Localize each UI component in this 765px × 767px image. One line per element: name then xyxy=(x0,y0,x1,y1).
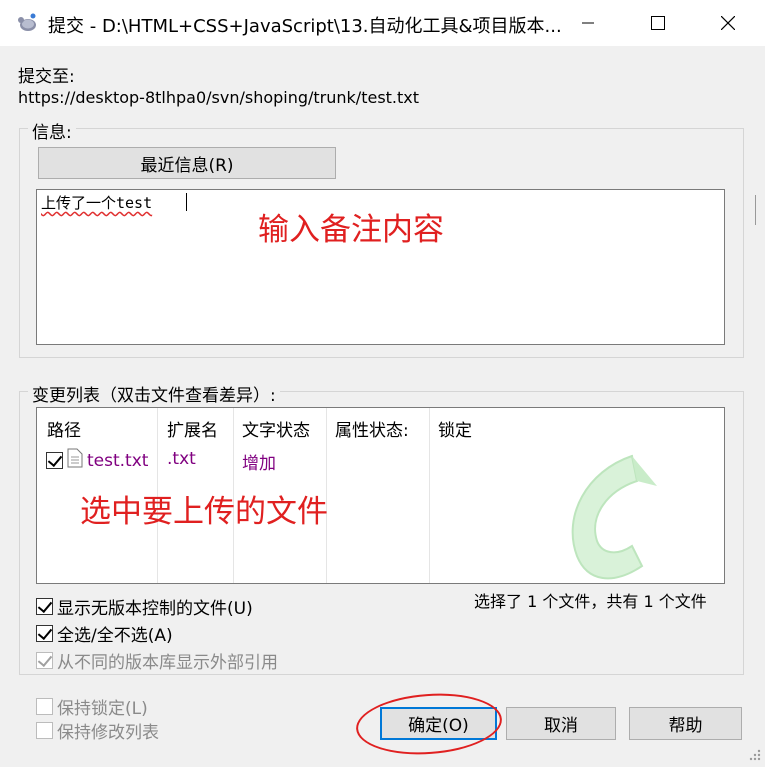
show-unversioned-option[interactable]: 显示无版本控制的文件(U) xyxy=(36,594,253,619)
title-bar: 提交 - D:\HTML+CSS+JavaScript\13.自动化工具&项目版… xyxy=(0,0,765,46)
file-path: test.txt xyxy=(87,450,149,471)
maximize-icon xyxy=(651,16,665,30)
select-all-label: 全选/全不选(A) xyxy=(57,626,173,646)
annotation-files-hint: 选中要上传的文件 xyxy=(80,494,328,530)
show-unversioned-checkbox[interactable] xyxy=(36,598,53,615)
keep-locks-label: 保持锁定(L) xyxy=(57,699,148,719)
changes-group-label: 变更列表（双击文件查看差异）: xyxy=(28,381,280,406)
message-text: 上传了一个test xyxy=(41,194,153,212)
show-externals-label: 从不同的版本库显示外部引用 xyxy=(57,653,278,673)
selection-summary: 选择了 1 个文件，共有 1 个文件 xyxy=(474,592,707,611)
keep-changelists-label: 保持修改列表 xyxy=(57,723,159,743)
file-checkbox[interactable] xyxy=(46,452,63,469)
commit-url: https://desktop-8tlhpa0/svn/shoping/trun… xyxy=(18,88,420,107)
minimize-icon xyxy=(582,22,594,24)
show-unversioned-label: 显示无版本控制的文件(U) xyxy=(57,599,253,619)
header-text-status[interactable]: 文字状态 xyxy=(242,416,310,441)
close-button[interactable] xyxy=(693,0,763,46)
keep-locks-option: 保持锁定(L) xyxy=(36,694,148,719)
cancel-button[interactable]: 取消 xyxy=(506,707,616,740)
close-icon xyxy=(721,16,735,30)
annotation-ok-circle xyxy=(354,688,504,760)
message-group-label: 信息: xyxy=(28,118,76,143)
header-lock[interactable]: 锁定 xyxy=(438,416,472,441)
file-extension: .txt xyxy=(167,449,196,469)
window-title: 提交 - D:\HTML+CSS+JavaScript\13.自动化工具&项目版… xyxy=(48,16,562,37)
maximize-button[interactable] xyxy=(623,0,693,46)
show-externals-option: 从不同的版本库显示外部引用 xyxy=(36,648,278,673)
annotation-message-hint: 输入备注内容 xyxy=(258,212,444,248)
select-all-option[interactable]: 全选/全不选(A) xyxy=(36,621,173,646)
keep-locks-checkbox xyxy=(36,698,53,715)
show-externals-checkbox xyxy=(36,652,53,669)
tortoisesvn-icon xyxy=(16,11,40,35)
select-all-checkbox[interactable] xyxy=(36,625,53,642)
keep-changelists-checkbox xyxy=(36,722,53,739)
header-path[interactable]: 路径 xyxy=(47,416,81,441)
file-text-status: 增加 xyxy=(242,454,276,474)
text-caret xyxy=(186,193,187,211)
header-extension[interactable]: 扩展名 xyxy=(167,416,218,441)
keep-changelists-option: 保持修改列表 xyxy=(36,718,159,743)
file-row[interactable]: test.txt xyxy=(46,448,148,473)
help-button[interactable]: 帮助 xyxy=(629,707,742,740)
header-property-status[interactable]: 属性状态: xyxy=(335,416,409,441)
commit-to-label: 提交至: xyxy=(18,67,75,87)
file-icon xyxy=(67,448,83,473)
background-window-edge xyxy=(755,195,765,225)
watermark-arrow-icon xyxy=(537,446,687,583)
recent-messages-button[interactable]: 最近信息(R) xyxy=(38,147,336,179)
resize-grip-icon[interactable] xyxy=(744,744,762,762)
minimize-button[interactable] xyxy=(553,0,623,46)
